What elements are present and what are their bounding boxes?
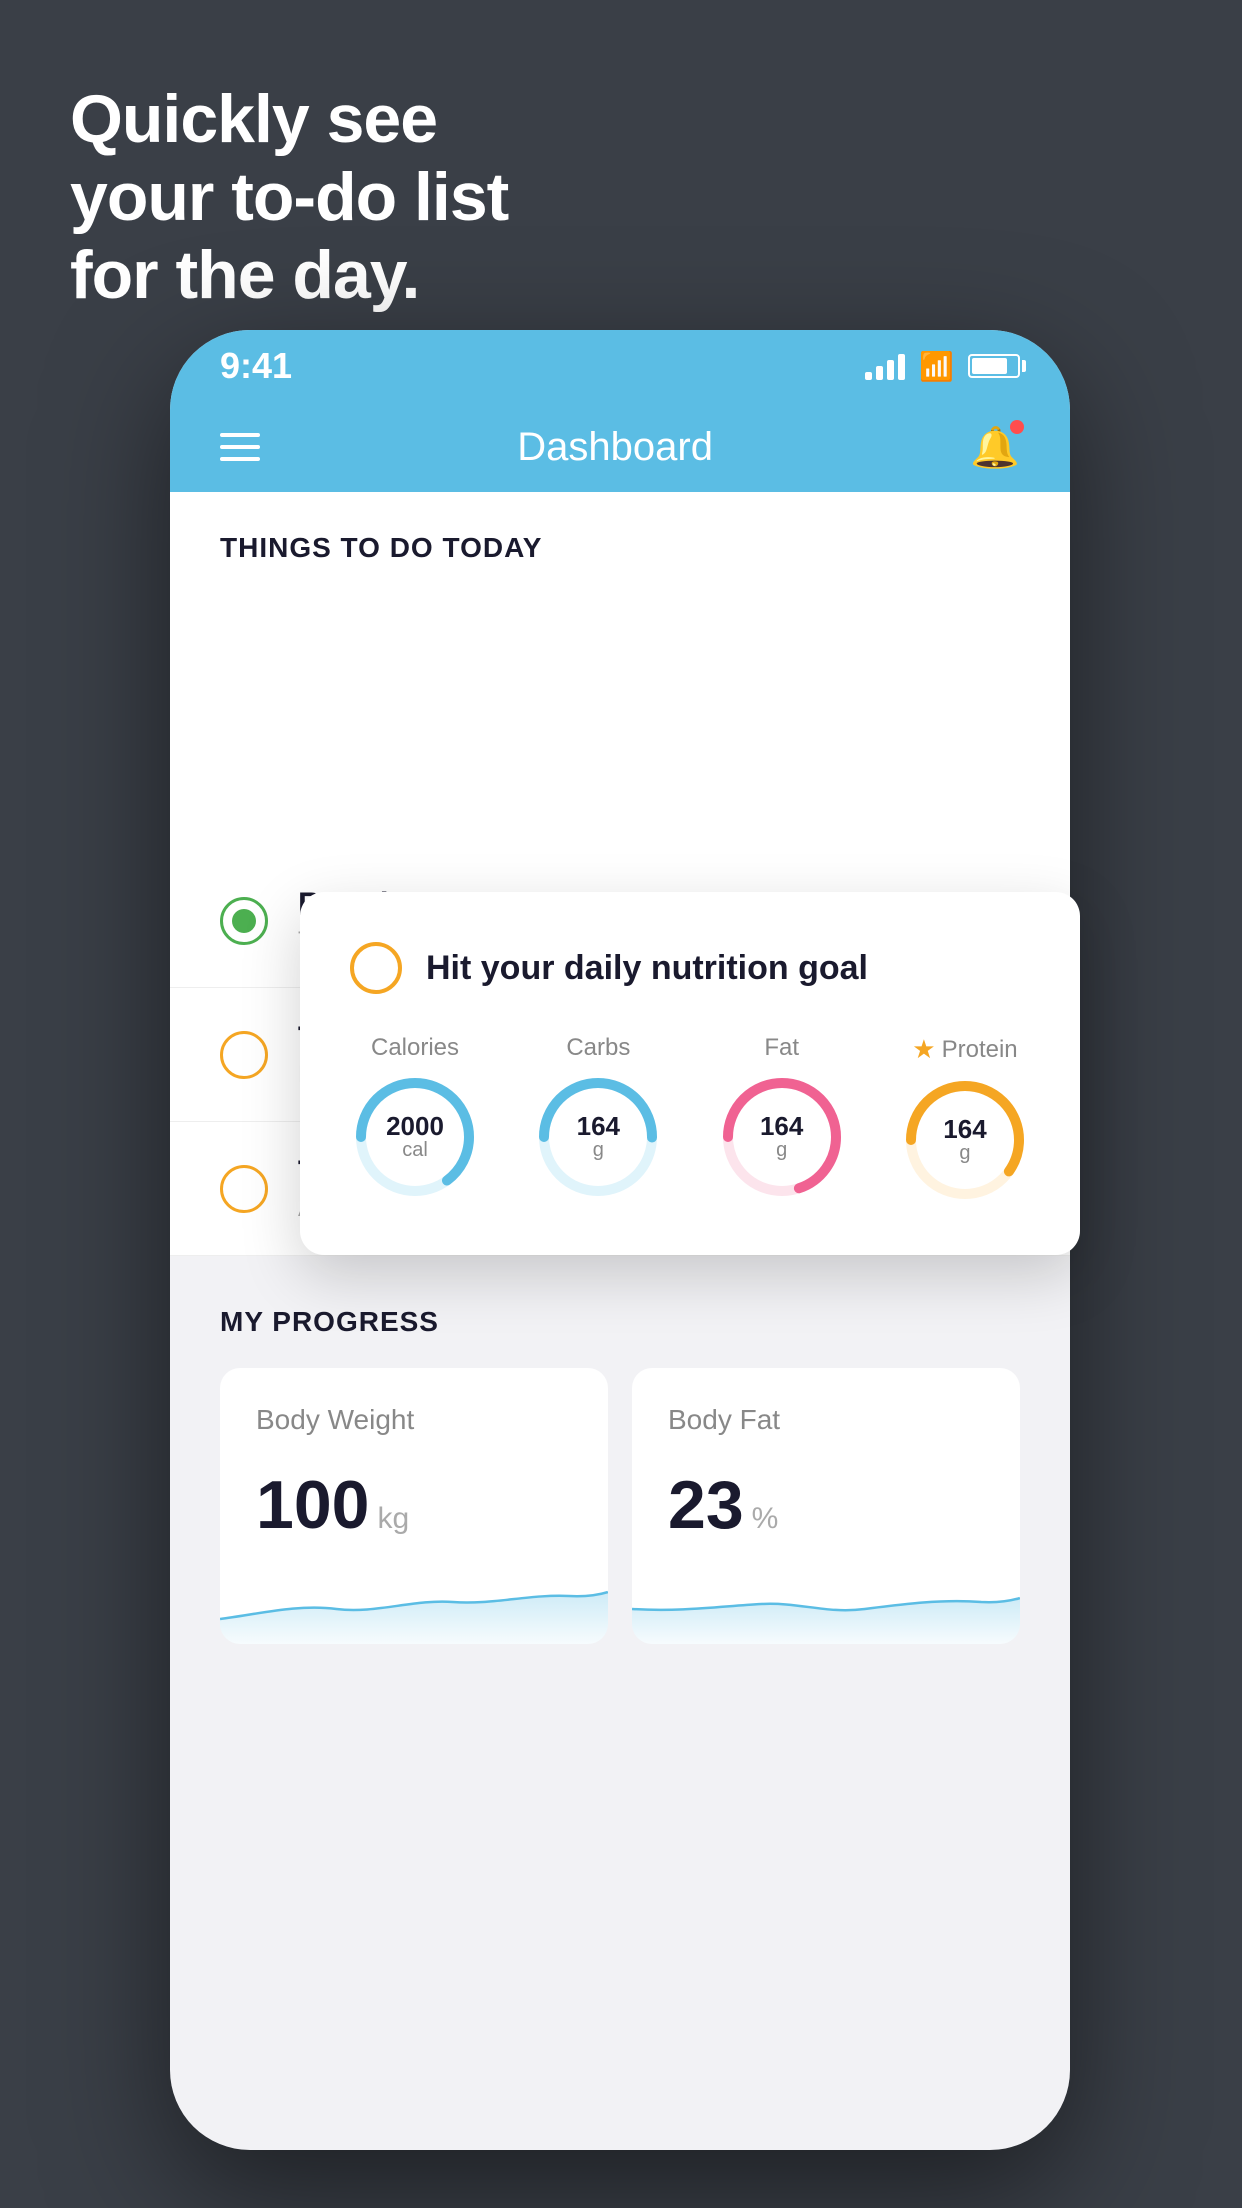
- protein-num: 164: [943, 1116, 986, 1142]
- carbs-unit: g: [593, 1139, 604, 1162]
- todo-check-running: [220, 897, 268, 945]
- calories-value: 2000 cal: [350, 1072, 480, 1202]
- body-weight-title: Body Weight: [256, 1404, 572, 1436]
- calories-unit: cal: [402, 1139, 428, 1162]
- wifi-icon: 📶: [919, 350, 954, 383]
- body-fat-chart: [632, 1564, 1020, 1644]
- notification-dot: [1010, 420, 1024, 434]
- fat-unit: g: [776, 1139, 787, 1162]
- body-weight-chart: [220, 1564, 608, 1644]
- progress-header: MY PROGRESS: [220, 1306, 1020, 1338]
- hero-text: Quickly see your to-do list for the day.: [70, 80, 508, 315]
- notification-button[interactable]: 🔔: [970, 424, 1020, 471]
- protein-ring: 164 g: [900, 1075, 1030, 1205]
- things-to-do-header: THINGS TO DO TODAY: [170, 492, 1070, 584]
- nutrition-protein: ★ Protein 164 g: [900, 1034, 1030, 1205]
- fat-num: 164: [760, 1113, 803, 1139]
- calories-ring: 2000 cal: [350, 1072, 480, 1202]
- nutrition-check-circle: [350, 942, 402, 994]
- progress-cards: Body Weight 100 kg: [220, 1368, 1020, 1644]
- body-fat-unit: %: [752, 1502, 779, 1536]
- nav-title: Dashboard: [517, 425, 713, 470]
- nutrition-carbs: Carbs 164 g: [533, 1034, 663, 1202]
- protein-label: Protein: [942, 1036, 1018, 1064]
- menu-button[interactable]: [220, 433, 260, 461]
- nutrition-card-header: Hit your daily nutrition goal: [350, 942, 1030, 994]
- carbs-label: Carbs: [566, 1034, 630, 1062]
- carbs-value: 164 g: [533, 1072, 663, 1202]
- status-icons: 📶: [865, 350, 1020, 383]
- fat-label: Fat: [764, 1034, 799, 1062]
- protein-label-row: ★ Protein: [912, 1034, 1017, 1065]
- fat-ring: 164 g: [717, 1072, 847, 1202]
- status-bar: 9:41 📶: [170, 330, 1070, 402]
- todo-check-body-stats: [220, 1031, 268, 1079]
- body-weight-value: 100 kg: [256, 1466, 572, 1544]
- carbs-ring: 164 g: [533, 1072, 663, 1202]
- nutrition-card[interactable]: Hit your daily nutrition goal Calories 2…: [300, 892, 1080, 1255]
- status-time: 9:41: [220, 345, 292, 387]
- body-weight-card[interactable]: Body Weight 100 kg: [220, 1368, 608, 1644]
- body-fat-value: 23 %: [668, 1466, 984, 1544]
- nav-bar: Dashboard 🔔: [170, 402, 1070, 492]
- body-fat-card[interactable]: Body Fat 23 %: [632, 1368, 1020, 1644]
- body-fat-title: Body Fat: [668, 1404, 984, 1436]
- protein-value: 164 g: [900, 1075, 1030, 1205]
- signal-icon: [865, 352, 905, 380]
- battery-icon: [968, 354, 1020, 378]
- body-weight-num: 100: [256, 1466, 369, 1544]
- calories-num: 2000: [386, 1113, 444, 1139]
- star-icon: ★: [912, 1034, 935, 1065]
- todo-check-photos: [220, 1165, 268, 1213]
- carbs-num: 164: [577, 1113, 620, 1139]
- body-weight-unit: kg: [377, 1502, 409, 1536]
- progress-section: MY PROGRESS Body Weight 100 kg: [170, 1256, 1070, 1644]
- nutrition-fat: Fat 164 g: [717, 1034, 847, 1202]
- body-fat-num: 23: [668, 1466, 744, 1544]
- calories-label: Calories: [371, 1034, 459, 1062]
- nutrition-calories: Calories 2000 cal: [350, 1034, 480, 1202]
- nutrition-card-title: Hit your daily nutrition goal: [426, 949, 868, 988]
- fat-value: 164 g: [717, 1072, 847, 1202]
- nutrition-items: Calories 2000 cal Carbs: [350, 1034, 1030, 1205]
- protein-unit: g: [959, 1142, 970, 1165]
